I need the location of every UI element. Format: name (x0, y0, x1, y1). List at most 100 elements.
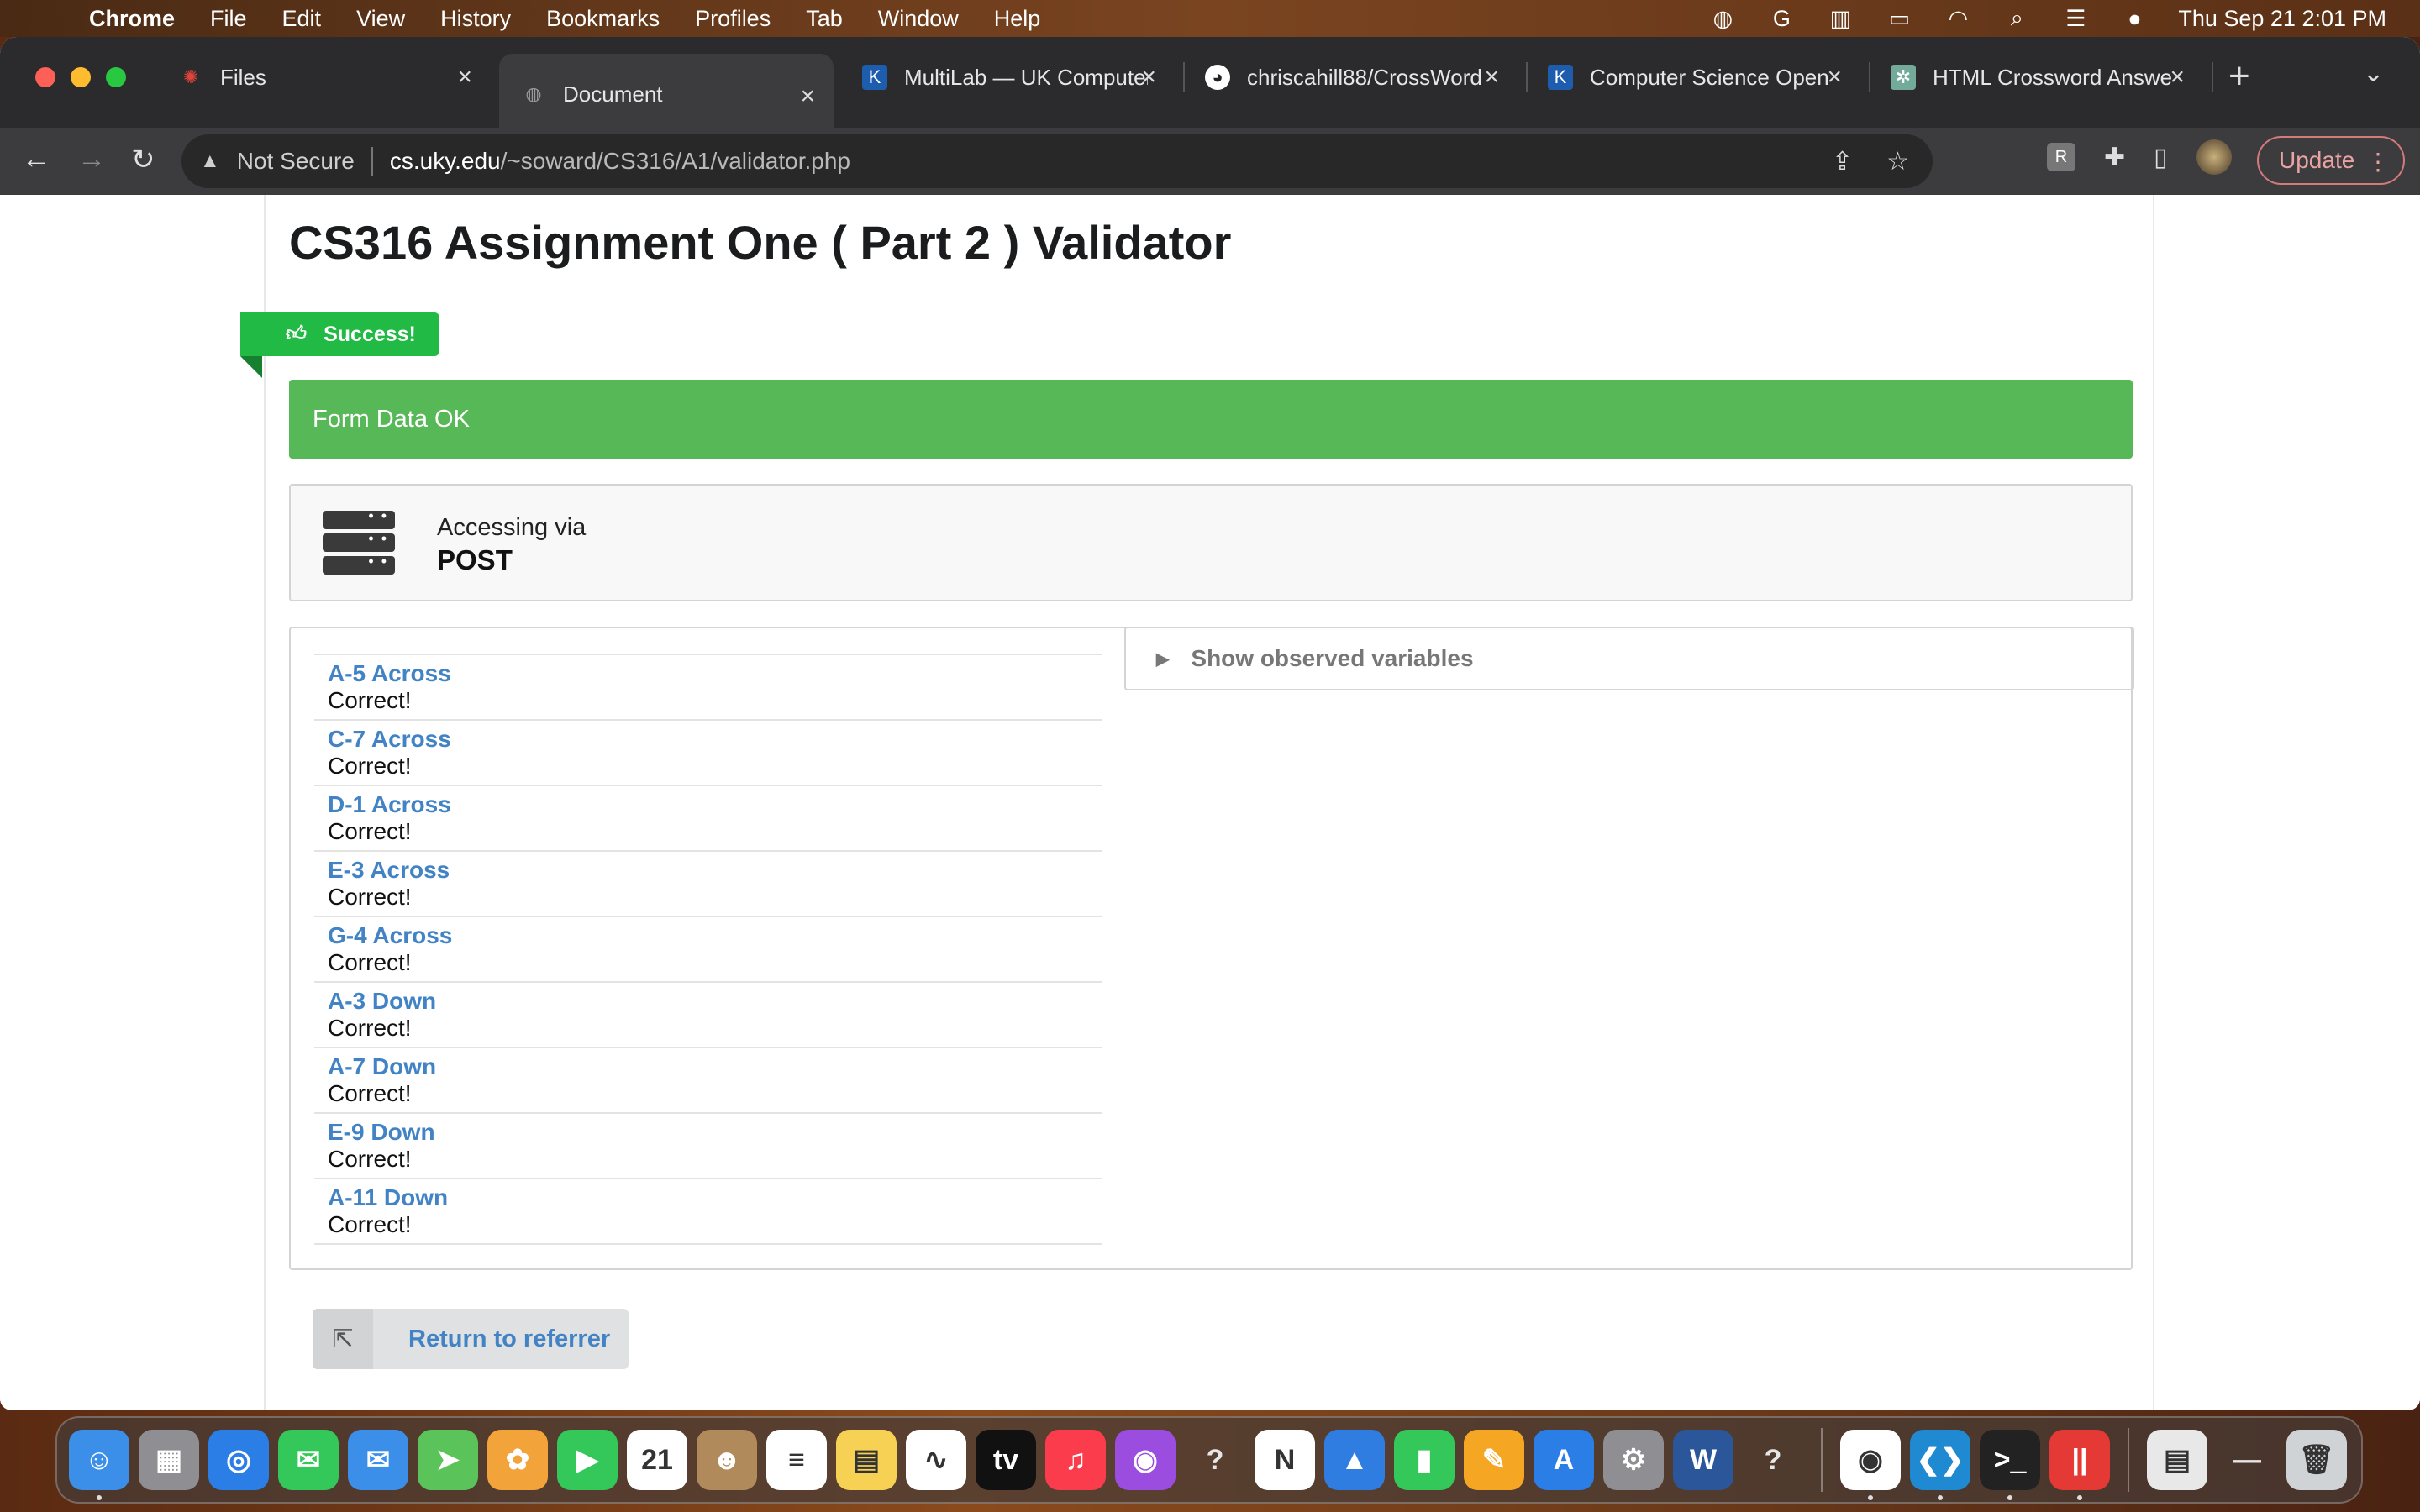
menu-bar-clock[interactable]: Thu Sep 21 2:01 PM (2178, 6, 2386, 32)
tab-files[interactable]: ✺ Files × (156, 47, 491, 108)
wifi-icon[interactable]: ◠ (1943, 6, 1973, 31)
calendar-icon[interactable]: 21 (627, 1430, 687, 1490)
word-icon[interactable]: W (1673, 1430, 1733, 1490)
music-icon[interactable]: ♫ (1045, 1430, 1106, 1490)
url-host[interactable]: cs.uky.edu (390, 148, 501, 175)
parallels-icon[interactable]: || (2049, 1430, 2110, 1500)
tab-multilab[interactable]: K MultiLab — UK Computer × (840, 47, 1175, 108)
chatgpt-icon: ✲ (1891, 65, 1916, 90)
grammarly-icon[interactable]: G (1766, 6, 1797, 31)
menu-history[interactable]: History (440, 6, 511, 32)
finder-icon[interactable]: ☺ (69, 1430, 129, 1500)
facetime-icon[interactable]: ▶ (557, 1430, 618, 1490)
forward-button[interactable]: → (77, 143, 106, 176)
trash-icon[interactable]: 🗑 (2286, 1430, 2347, 1490)
security-status[interactable]: Not Secure (237, 148, 355, 175)
notes-icon[interactable]: ▤ (836, 1430, 897, 1490)
tab-search-chevron-icon[interactable]: ⌄ (2363, 59, 2384, 88)
menu-window[interactable]: Window (878, 6, 959, 32)
reminders-icon[interactable]: ≡ (766, 1430, 827, 1490)
app-store-icon[interactable]: A (1534, 1430, 1594, 1490)
control-center-icon[interactable]: ☰ (2060, 6, 2091, 31)
safari-icon[interactable]: ◎ (208, 1430, 269, 1490)
new-tab-button[interactable]: + (2228, 55, 2250, 97)
documents-stack-icon[interactable]: ▤ (2147, 1430, 2207, 1490)
side-panel-icon[interactable]: ▯ (2154, 143, 2168, 172)
numbers-icon[interactable]: ▮ (1394, 1430, 1455, 1490)
zoom-window-button[interactable] (106, 67, 126, 87)
tab-title: MultiLab — UK Computer (904, 64, 1148, 90)
caret-right-icon[interactable]: ▶ (1156, 648, 1169, 669)
keynote-icon[interactable]: ▲ (1324, 1430, 1385, 1490)
photos-icon[interactable]: ✿ (487, 1430, 548, 1490)
unknown-app-icon[interactable]: ? (1185, 1430, 1245, 1490)
more-menu-icon[interactable]: ⋮ (2366, 148, 2390, 176)
spotlight-search-icon[interactable]: ⌕ (2002, 5, 2032, 30)
stats-icon[interactable]: ▥ (1825, 6, 1855, 31)
close-tab-icon[interactable]: × (457, 63, 472, 92)
news-icon[interactable]: N (1255, 1430, 1315, 1490)
extension-icon[interactable]: R (2047, 143, 2075, 171)
siri-icon[interactable]: ● (2119, 6, 2149, 31)
tab-document[interactable]: ◍ Document × (499, 54, 834, 134)
terminal-icon[interactable]: >_ (1980, 1430, 2040, 1500)
tv-icon[interactable]: tv (976, 1430, 1036, 1490)
uk-icon: K (1548, 65, 1573, 90)
freeform-icon[interactable]: ∿ (906, 1430, 966, 1490)
extensions-puzzle-icon[interactable]: ✚ (2104, 143, 2125, 172)
running-indicator (1938, 1495, 1943, 1500)
return-to-referrer-button[interactable]: ⇱ Return to referrer (313, 1309, 629, 1369)
downloads-stack-icon[interactable]: — (2217, 1430, 2277, 1490)
share-icon[interactable]: ⇪ (1832, 147, 1853, 176)
messages-icon[interactable]: ✉ (278, 1430, 339, 1490)
system-settings-icon[interactable]: ⚙ (1603, 1430, 1664, 1490)
launchpad-icon[interactable]: ▦ (139, 1430, 199, 1490)
dock-separator (2128, 1428, 2129, 1492)
mail-icon[interactable]: ✉ (348, 1430, 408, 1490)
minimize-window-button[interactable] (71, 67, 91, 87)
warning-triangle-icon[interactable]: ▲ (200, 150, 220, 173)
clue-result: Correct! (328, 818, 412, 844)
tab-cs-open[interactable]: K Computer Science Open × (1526, 47, 1860, 108)
reload-button[interactable]: ↻ (131, 143, 155, 176)
clue-result: Correct! (328, 1080, 412, 1106)
status-app-icon[interactable]: ◍ (1707, 6, 1738, 31)
podcasts-icon[interactable]: ◉ (1115, 1430, 1176, 1490)
close-tab-icon[interactable]: × (1827, 63, 1842, 92)
accordion-title[interactable]: Show observed variables (1191, 645, 1473, 672)
tab-separator (2212, 62, 2213, 92)
contacts-icon[interactable]: ☻ (697, 1430, 757, 1490)
tab-github[interactable]: ◕ chriscahill88/CrossWord × (1183, 47, 1518, 108)
address-bar[interactable]: ▲ Not Secure cs.uky.edu/~soward/CS316/A1… (182, 134, 1933, 188)
web-page: CS316 Assignment One ( Part 2 ) Validato… (0, 195, 2420, 1410)
update-button[interactable]: Update ⋮ (2257, 136, 2405, 185)
menu-bookmarks[interactable]: Bookmarks (546, 6, 660, 32)
back-button[interactable]: ← (22, 143, 50, 176)
menu-edit[interactable]: Edit (282, 6, 322, 32)
close-tab-icon[interactable]: × (1484, 63, 1499, 92)
profile-avatar[interactable] (2196, 139, 2232, 175)
menu-tab[interactable]: Tab (806, 6, 843, 32)
external-link-icon[interactable]: ⇱ (313, 1309, 373, 1369)
return-label[interactable]: Return to referrer (408, 1326, 610, 1353)
menu-help[interactable]: Help (994, 6, 1041, 32)
unknown-app-icon-2[interactable]: ? (1743, 1430, 1803, 1490)
pages-icon[interactable]: ✎ (1464, 1430, 1524, 1490)
close-window-button[interactable] (35, 67, 55, 87)
chrome-icon[interactable]: ◉ (1840, 1430, 1901, 1500)
menu-app-name[interactable]: Chrome (89, 6, 175, 32)
url-path[interactable]: /~soward/CS316/A1/validator.php (501, 148, 850, 175)
maps-icon[interactable]: ➤ (418, 1430, 478, 1490)
menu-profiles[interactable]: Profiles (695, 6, 771, 32)
menu-file[interactable]: File (210, 6, 247, 32)
clue-name: D-1 Across (328, 791, 451, 817)
close-tab-icon[interactable]: × (1141, 63, 1156, 92)
observed-variables-accordion[interactable]: ▶ Show observed variables (1124, 627, 2134, 690)
bookmark-star-icon[interactable]: ☆ (1886, 147, 1909, 176)
close-tab-icon[interactable]: × (2170, 63, 2185, 92)
battery-icon[interactable]: ▭ (1884, 6, 1914, 31)
tab-chatgpt[interactable]: ✲ HTML Crossword Answe × (1869, 47, 2203, 108)
menu-view[interactable]: View (356, 6, 405, 32)
close-tab-icon[interactable]: × (800, 82, 815, 111)
vscode-icon[interactable]: ❮❯ (1910, 1430, 1970, 1500)
